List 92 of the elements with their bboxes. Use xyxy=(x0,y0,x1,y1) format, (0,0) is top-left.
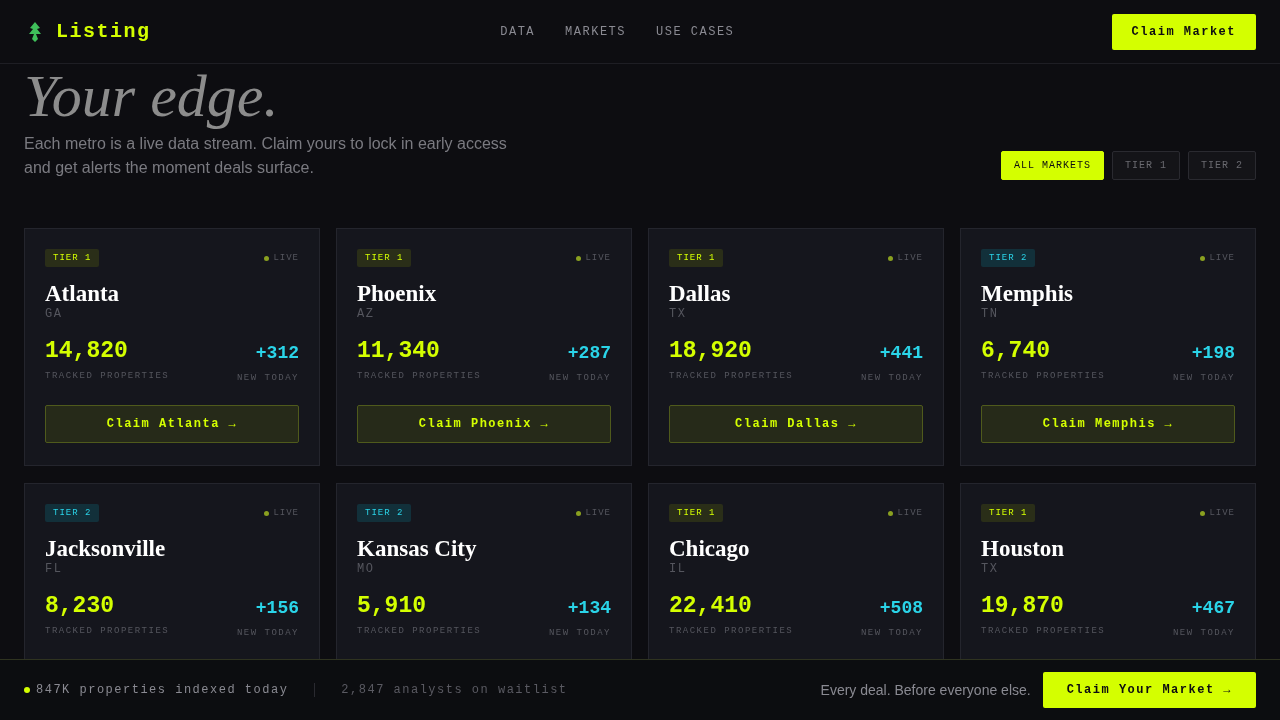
state-code: MO xyxy=(357,562,376,576)
new-label: NEW TODAY xyxy=(860,373,923,383)
claim-city-button[interactable]: Claim Dallas → xyxy=(669,405,923,443)
tier-badge: TIER 1 xyxy=(45,249,100,267)
live-dot xyxy=(576,255,582,261)
tagline: Every deal. Before everyone else. xyxy=(820,682,1031,698)
tier-badge: TIER 1 xyxy=(357,249,412,267)
nav-link[interactable]: DATA xyxy=(500,24,536,39)
state-code: TX xyxy=(669,307,688,321)
tier-badge: TIER 2 xyxy=(45,504,100,522)
live-label: LIVE xyxy=(585,253,611,263)
state-code: FL xyxy=(45,562,64,576)
nav-link[interactable]: MARKETS xyxy=(565,24,626,39)
live-label: LIVE xyxy=(273,508,299,518)
live-label: LIVE xyxy=(897,508,923,518)
live-dot xyxy=(1200,510,1206,516)
new-count: +467 xyxy=(1191,597,1235,620)
filter-tab[interactable]: TIER 2 xyxy=(1188,151,1256,180)
claim-market-button[interactable]: Claim Market xyxy=(1111,13,1256,50)
tier-badge: TIER 1 xyxy=(669,504,724,522)
new-count: +156 xyxy=(255,597,299,620)
new-count: +508 xyxy=(879,597,923,620)
tracked-count: 14,820 xyxy=(45,337,129,365)
claim-city-button[interactable]: Claim Memphis → xyxy=(981,405,1235,443)
live-dot xyxy=(1200,255,1206,261)
tracked-count: 8,230 xyxy=(45,592,115,620)
filter-tab[interactable]: ALL MARKETS xyxy=(1000,151,1104,180)
city-name: Atlanta xyxy=(45,281,121,307)
tier-badge: TIER 2 xyxy=(981,249,1036,267)
filter-tab[interactable]: TIER 1 xyxy=(1111,151,1180,180)
state-code: AZ xyxy=(357,307,376,321)
new-count: +441 xyxy=(879,342,923,365)
nav-link[interactable]: USE CASES xyxy=(656,24,735,39)
city-name: Memphis xyxy=(981,281,1074,307)
tier-badge: TIER 1 xyxy=(669,249,724,267)
city-name: Jacksonville xyxy=(45,536,167,562)
new-count: +134 xyxy=(567,597,611,620)
state-code: IL xyxy=(669,562,688,576)
indexed-count: 847K properties indexed today xyxy=(36,683,289,697)
city-name: Chicago xyxy=(669,536,751,562)
brand-name[interactable]: Listing xyxy=(56,20,151,43)
tracked-label: TRACKED PROPERTIES xyxy=(981,371,1106,381)
leaf-icon xyxy=(28,21,42,42)
tracked-label: TRACKED PROPERTIES xyxy=(981,626,1106,636)
state-code: GA xyxy=(45,307,64,321)
live-dot xyxy=(888,510,894,516)
live-label: LIVE xyxy=(585,508,611,518)
live-dot xyxy=(264,255,270,261)
tracked-label: TRACKED PROPERTIES xyxy=(45,626,170,636)
new-count: +312 xyxy=(255,342,299,365)
tracked-count: 19,870 xyxy=(981,592,1065,620)
tracked-label: TRACKED PROPERTIES xyxy=(357,626,482,636)
new-label: NEW TODAY xyxy=(548,373,611,383)
tracked-count: 5,910 xyxy=(357,592,427,620)
live-label: LIVE xyxy=(273,253,299,263)
hero-title: Your edge. xyxy=(24,64,280,128)
tracked-count: 11,340 xyxy=(357,337,441,365)
tracked-label: TRACKED PROPERTIES xyxy=(669,371,794,381)
city-name: Houston xyxy=(981,536,1066,562)
live-label: LIVE xyxy=(1209,253,1235,263)
tracked-count: 6,740 xyxy=(981,337,1051,365)
new-count: +287 xyxy=(567,342,611,365)
tracked-count: 22,410 xyxy=(669,592,753,620)
status-dot xyxy=(24,687,30,693)
tracked-label: TRACKED PROPERTIES xyxy=(45,371,170,381)
claim-city-button[interactable]: Claim Atlanta → xyxy=(45,405,299,443)
city-name: Dallas xyxy=(669,281,732,307)
new-label: NEW TODAY xyxy=(548,628,611,638)
tier-badge: TIER 1 xyxy=(981,504,1036,522)
new-label: NEW TODAY xyxy=(1172,628,1235,638)
hero-text: Each metro is a live data stream. Claim yours to lock in early access and get alerts the moment deals surface. xyxy=(24,134,508,178)
claim-your-market-button[interactable]: Claim Your Market → xyxy=(1042,672,1256,708)
tracked-label: TRACKED PROPERTIES xyxy=(357,371,482,381)
live-dot xyxy=(264,510,270,516)
new-label: NEW TODAY xyxy=(860,628,923,638)
claim-city-button[interactable]: Claim Phoenix → xyxy=(357,405,611,443)
live-label: LIVE xyxy=(1209,508,1235,518)
live-dot xyxy=(888,255,894,261)
live-label: LIVE xyxy=(897,253,923,263)
new-label: NEW TODAY xyxy=(1172,373,1235,383)
waitlist-count: 2,847 analysts on waitlist xyxy=(341,683,568,697)
tier-badge: TIER 2 xyxy=(357,504,412,522)
new-label: NEW TODAY xyxy=(236,373,299,383)
tracked-label: TRACKED PROPERTIES xyxy=(669,626,794,636)
live-dot xyxy=(576,510,582,516)
city-name: Kansas City xyxy=(357,536,478,562)
city-name: Phoenix xyxy=(357,281,438,307)
state-code: TX xyxy=(981,562,1000,576)
new-count: +198 xyxy=(1191,342,1235,365)
state-code: TN xyxy=(981,307,1000,321)
tracked-count: 18,920 xyxy=(669,337,753,365)
new-label: NEW TODAY xyxy=(236,628,299,638)
